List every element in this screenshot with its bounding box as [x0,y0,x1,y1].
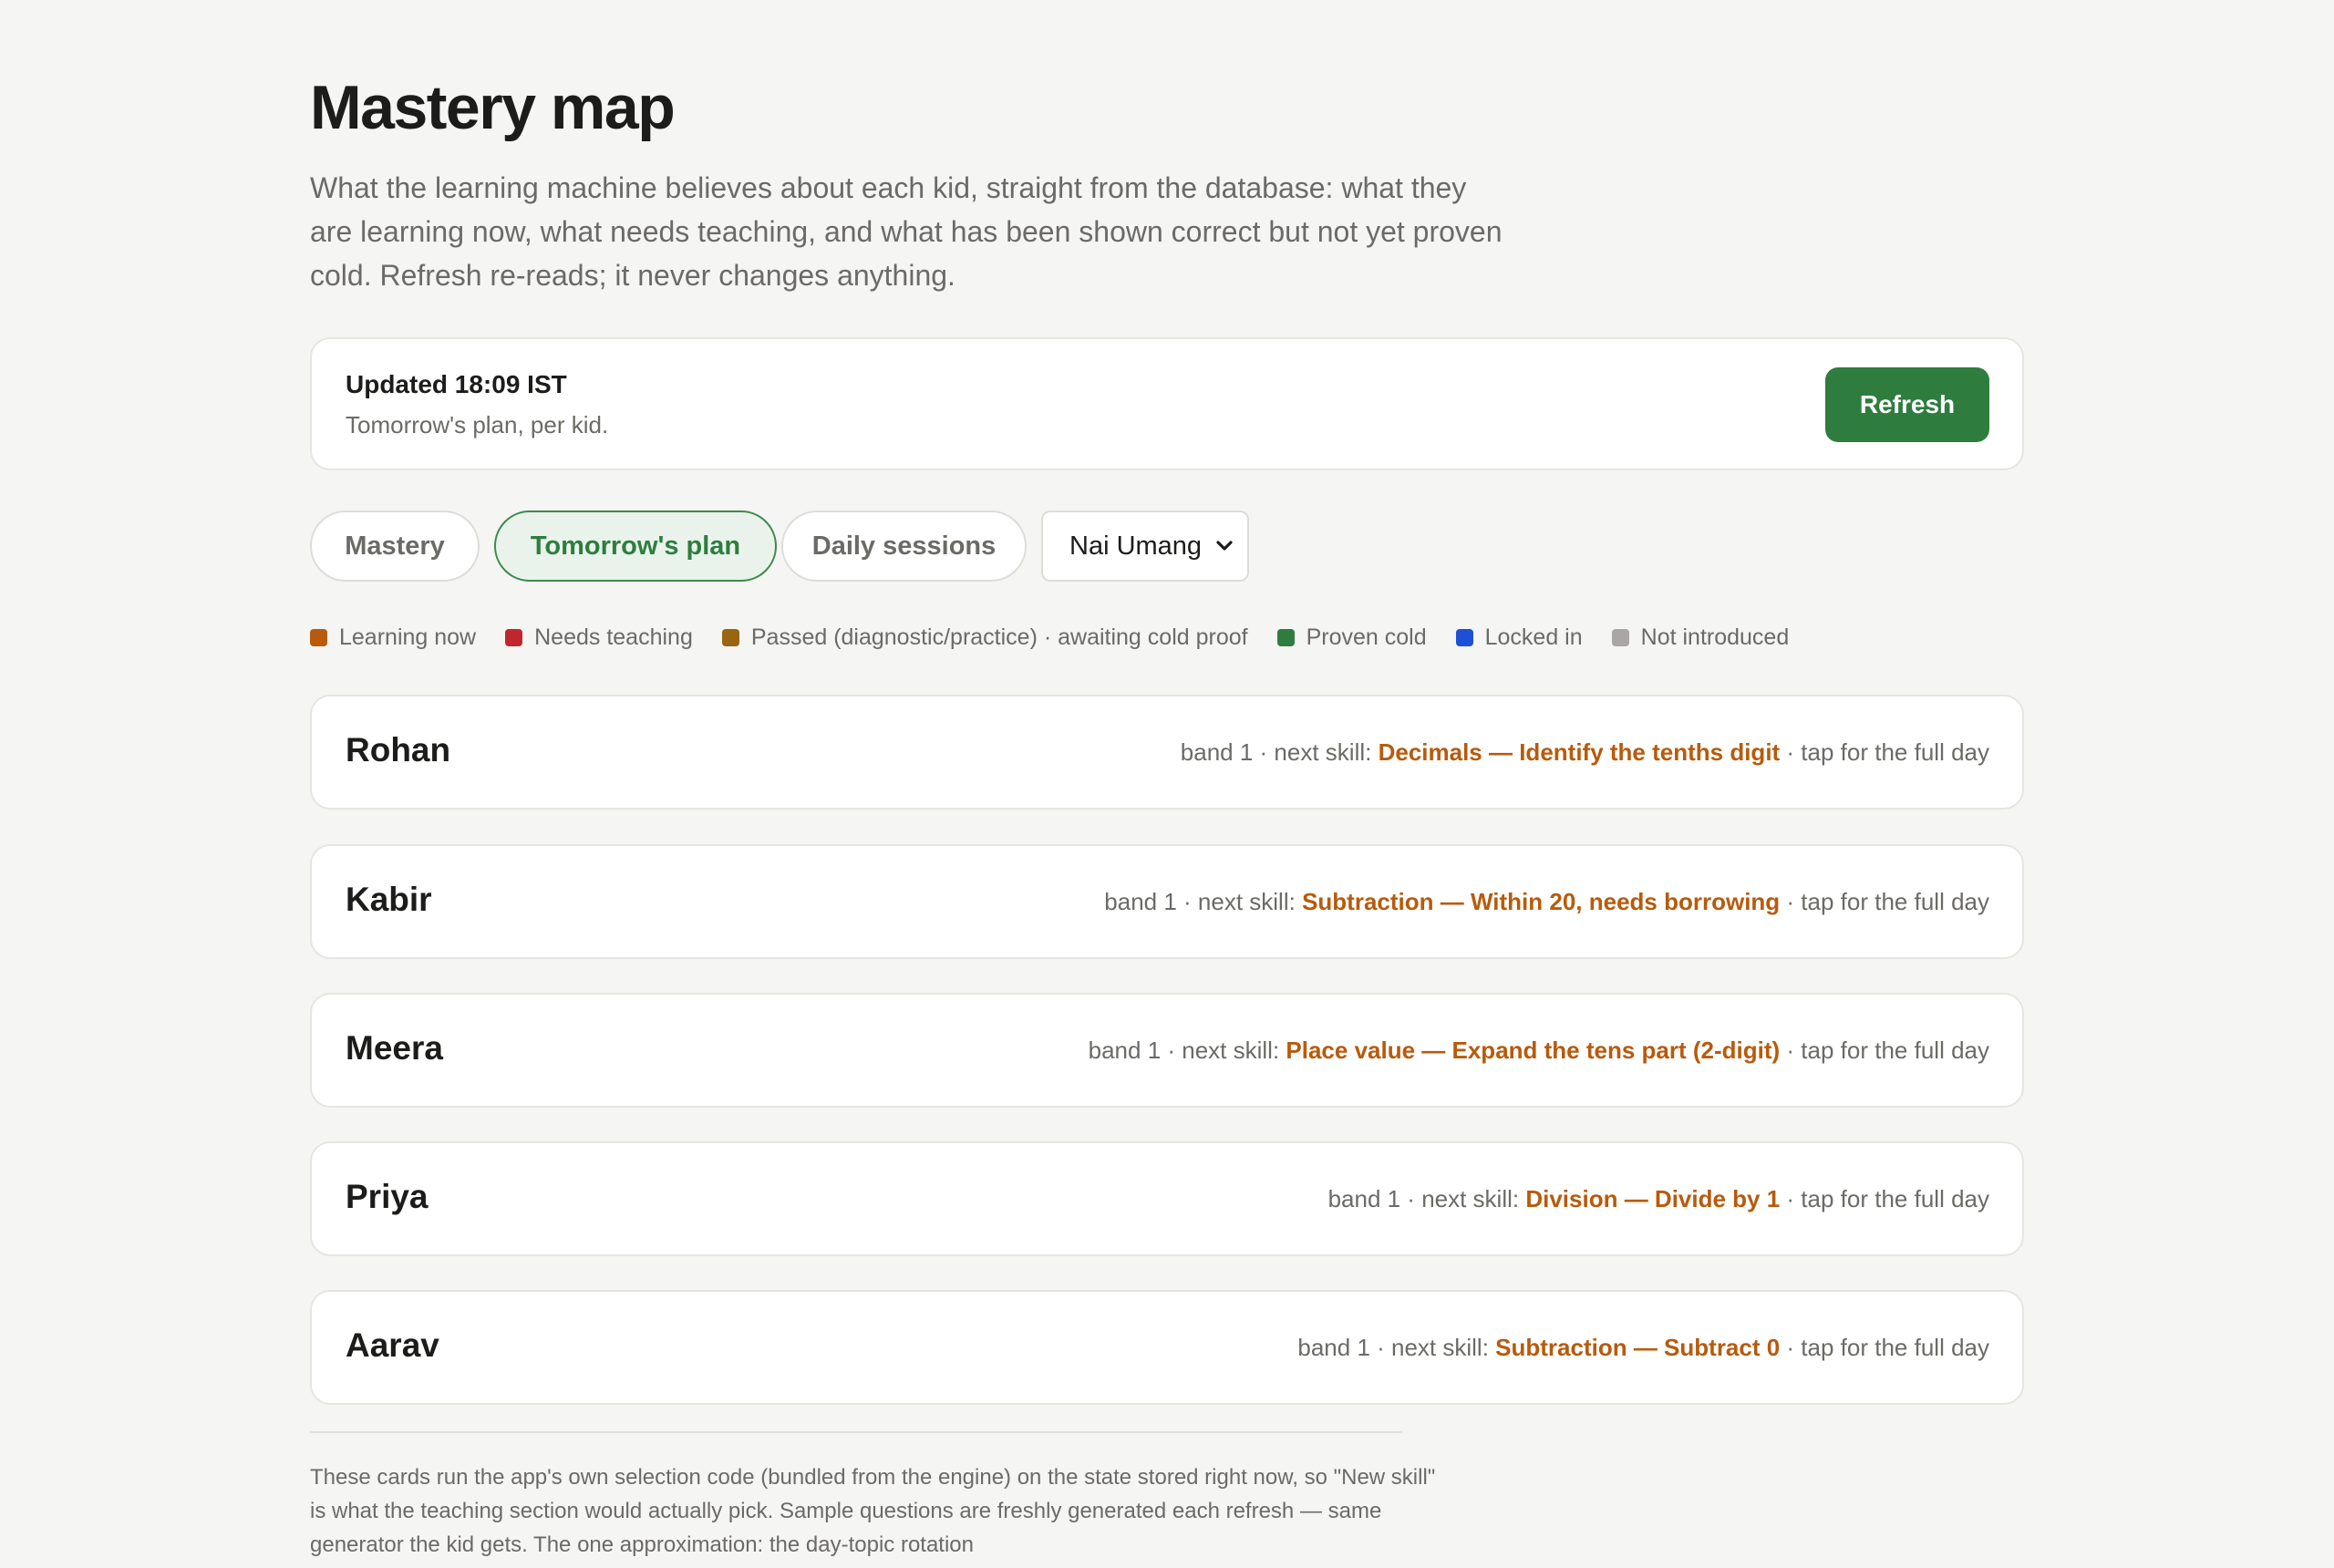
tab-tomorrows-plan[interactable]: Tomorrow's plan [494,511,777,582]
plan-suffix: · tap for the full day [1780,738,1989,766]
plan-suffix: · tap for the full day [1780,1185,1989,1212]
updated-timestamp: Updated 18:09 IST [346,370,567,398]
legend-label: Passed (diagnostic/practice) · awaiting … [750,624,1248,650]
status-card: Updated 18:09 IST Tomorrow's plan, per k… [310,337,2024,470]
legend-item-learning-now: Learning now [310,624,476,651]
kid-select[interactable]: Nai Umang [1041,511,1249,582]
kid-name: Kabir [346,881,432,918]
plan-prefix: band 1 · next skill: [1088,1037,1286,1064]
next-skill: Subtraction — Subtract 0 [1495,1334,1781,1361]
kid-card-meera[interactable]: Meera band 1 · next skill: Place value —… [310,993,2024,1108]
legend-item-not-introduced: Not introduced [1611,624,1790,651]
kid-name: Priya [346,1178,429,1215]
legend-item-passed: Passed (diagnostic/practice) · awaiting … [721,624,1248,651]
kid-select-value: Nai Umang [1069,531,1203,561]
legend-item-needs-teaching: Needs teaching [505,624,693,651]
next-skill: Division — Divide by 1 [1525,1185,1781,1212]
kid-name: Rohan [346,731,451,769]
status-legend: Learning now Needs teaching Passed (diag… [310,622,1818,653]
legend-label: Locked in [1484,624,1583,650]
kid-card-priya[interactable]: Priya band 1 · next skill: Division — Di… [310,1141,2024,1256]
next-skill: Place value — Expand the tens part (2-di… [1286,1037,1781,1064]
legend-swatch [721,628,739,646]
chevron-down-icon [1216,541,1233,551]
kid-plan-summary: band 1 · next skill: Division — Divide b… [1328,1185,1989,1213]
legend-swatch [310,628,327,646]
legend-label: Proven cold [1306,624,1427,650]
kid-name: Aarav [346,1326,439,1364]
legend-label: Not introduced [1640,624,1790,650]
legend-swatch [1276,628,1295,646]
next-skill: Decimals — Identify the tenths digit [1378,738,1781,766]
tab-daily-sessions[interactable]: Daily sessions [781,511,1027,582]
kid-plan-summary: band 1 · next skill: Subtraction — Subtr… [1297,1334,1989,1362]
plan-prefix: band 1 · next skill: [1297,1334,1496,1361]
legend-item-proven-cold: Proven cold [1276,624,1427,651]
kid-plan-summary: band 1 · next skill: Place value — Expan… [1089,1037,1989,1065]
legend-label: Needs teaching [534,624,693,650]
kid-card-aarav[interactable]: Aarav band 1 · next skill: Subtraction —… [310,1290,2024,1405]
legend-item-locked-in: Locked in [1455,624,1583,651]
plan-suffix: · tap for the full day [1780,1037,1989,1064]
plan-prefix: band 1 · next skill: [1327,1185,1526,1212]
next-skill: Subtraction — Within 20, needs borrowing [1302,888,1781,915]
legend-swatch [1455,628,1473,646]
legend-label: Learning now [339,624,477,650]
legend-swatch [505,628,523,646]
plan-prefix: band 1 · next skill: [1104,888,1303,915]
tab-mastery[interactable]: Mastery [310,511,480,582]
kid-card-rohan[interactable]: Rohan band 1 · next skill: Decimals — Id… [310,695,2024,810]
kid-name: Meera [346,1029,443,1067]
footnote: These cards run the app's own selection … [310,1465,1436,1557]
plan-suffix: · tap for the full day [1780,888,1989,915]
status-subtitle: Tomorrow's plan, per kid. [346,411,609,438]
page-title: Mastery map [310,73,676,142]
kid-plan-summary: band 1 · next skill: Subtraction — Withi… [1104,888,1989,916]
footer-divider [310,1431,1402,1433]
kid-card-kabir[interactable]: Kabir band 1 · next skill: Subtraction —… [310,844,2024,959]
refresh-button[interactable]: Refresh [1825,367,1989,442]
kid-plan-summary: band 1 · next skill: Decimals — Identify… [1181,738,1989,767]
plan-suffix: · tap for the full day [1780,1334,1989,1361]
plan-prefix: band 1 · next skill: [1180,738,1379,766]
page-intro: What the learning machine believes about… [310,171,1503,292]
legend-swatch [1611,628,1629,646]
